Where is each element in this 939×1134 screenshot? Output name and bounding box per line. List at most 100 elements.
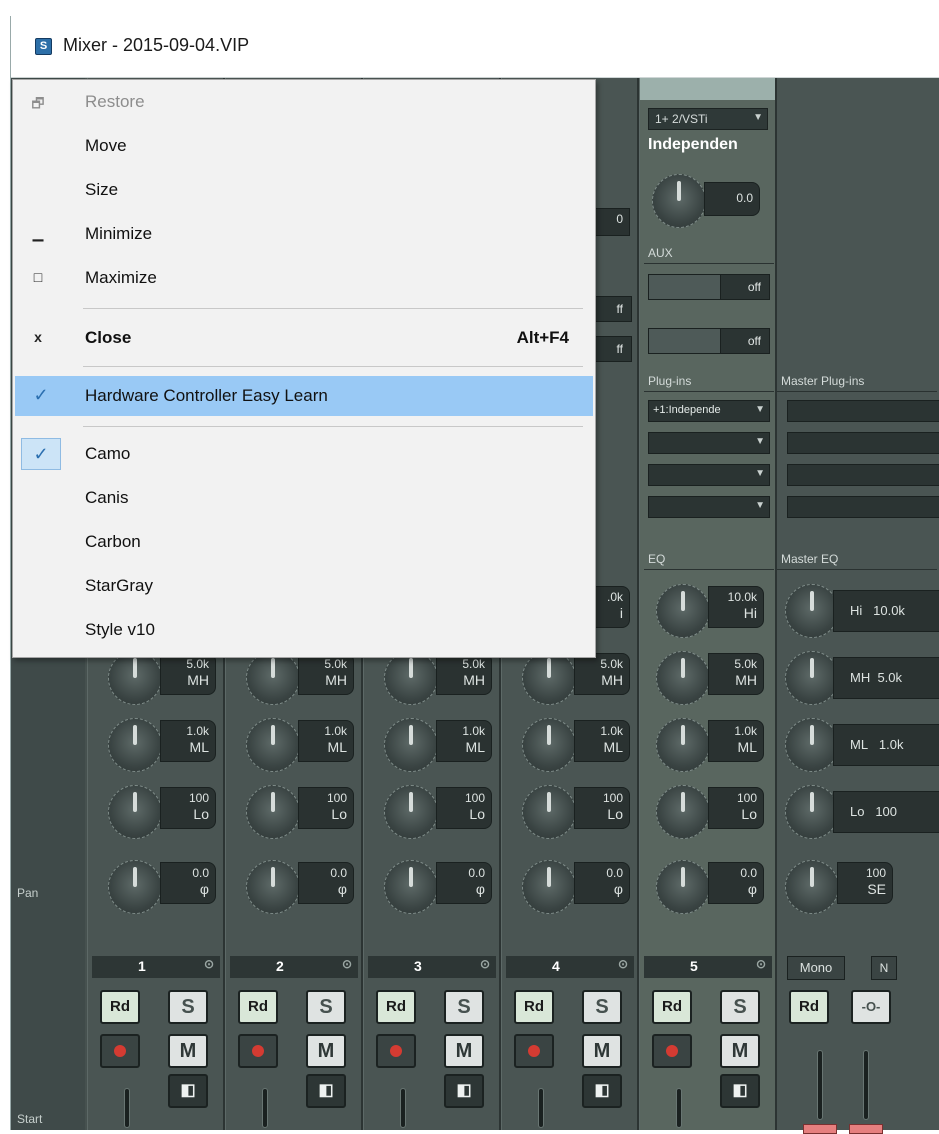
- strip-number[interactable]: 1 ⊙: [92, 956, 220, 978]
- read-button[interactable]: Rd: [100, 990, 140, 1024]
- gain-knob[interactable]: [652, 174, 706, 228]
- pan-knob[interactable]: [108, 860, 162, 914]
- master-eq-hi-knob[interactable]: [785, 584, 839, 638]
- menu-item-maximize[interactable]: □ Maximize: [15, 258, 593, 298]
- master-eq-ml-knob[interactable]: [785, 718, 839, 772]
- speaker-icon[interactable]: ◧: [168, 1074, 208, 1108]
- menu-item-hardware-controller-easy-learn[interactable]: ✓ Hardware Controller Easy Learn: [15, 376, 593, 416]
- menu-item-canis[interactable]: Canis: [15, 478, 593, 518]
- eq-lo-knob[interactable]: [656, 785, 710, 839]
- ring-icon[interactable]: ⊙: [618, 957, 628, 971]
- solo-button[interactable]: S: [720, 990, 760, 1024]
- fader-track[interactable]: [124, 1088, 130, 1128]
- eq-lo-knob[interactable]: [108, 785, 162, 839]
- strip-number[interactable]: 5 ⊙: [644, 956, 772, 978]
- mute-button[interactable]: M: [306, 1034, 346, 1068]
- title-bar[interactable]: S Mixer - 2015-09-04.VIP: [11, 16, 939, 78]
- fader-track[interactable]: [538, 1088, 544, 1128]
- ring-icon[interactable]: ⊙: [204, 957, 214, 971]
- menu-item-close[interactable]: x Close Alt+F4: [15, 318, 593, 358]
- solo-button[interactable]: S: [582, 990, 622, 1024]
- fader-track[interactable]: [400, 1088, 406, 1128]
- input-select[interactable]: 1+ 2/VSTi ▼: [648, 108, 768, 130]
- mono-button[interactable]: Mono: [787, 956, 845, 980]
- fader-track[interactable]: [262, 1088, 268, 1128]
- plugin-slot-3[interactable]: ▼: [648, 464, 770, 486]
- eq-mh-knob[interactable]: [656, 651, 710, 705]
- menu-item-camo[interactable]: ✓ Camo: [15, 434, 593, 474]
- record-arm-button[interactable]: [100, 1034, 140, 1068]
- master-width-knob[interactable]: [785, 860, 839, 914]
- read-button[interactable]: Rd: [376, 990, 416, 1024]
- master-plugin-slot-1[interactable]: [787, 400, 939, 422]
- aux-send-2[interactable]: off: [648, 328, 770, 354]
- master-read-button[interactable]: Rd: [789, 990, 829, 1024]
- link-icon[interactable]: -O-: [851, 990, 891, 1024]
- eq-mh-knob[interactable]: [246, 651, 300, 705]
- strip-number[interactable]: 4 ⊙: [506, 956, 634, 978]
- aux-send-1[interactable]: off: [648, 274, 770, 300]
- record-arm-button[interactable]: [652, 1034, 692, 1068]
- master-plugin-slot-4[interactable]: [787, 496, 939, 518]
- eq-mh-knob[interactable]: [384, 651, 438, 705]
- n-button[interactable]: N: [871, 956, 897, 980]
- eq-mh-knob[interactable]: [522, 651, 576, 705]
- strip-number[interactable]: 2 ⊙: [230, 956, 358, 978]
- solo-button[interactable]: S: [306, 990, 346, 1024]
- speaker-icon[interactable]: ◧: [444, 1074, 484, 1108]
- mute-button[interactable]: M: [720, 1034, 760, 1068]
- master-eq-mh-knob[interactable]: [785, 651, 839, 705]
- read-button[interactable]: Rd: [238, 990, 278, 1024]
- eq-lo-knob[interactable]: [384, 785, 438, 839]
- record-arm-button[interactable]: [514, 1034, 554, 1068]
- menu-item-minimize[interactable]: ▁ Minimize: [15, 214, 593, 254]
- menu-item-move[interactable]: Move: [15, 126, 593, 166]
- eq-hi-knob[interactable]: [656, 584, 710, 638]
- pan-knob[interactable]: [522, 860, 576, 914]
- eq-lo-knob[interactable]: [522, 785, 576, 839]
- app-icon[interactable]: S: [35, 38, 52, 55]
- solo-button[interactable]: S: [444, 990, 484, 1024]
- plugin-slot-1[interactable]: +1:Independe ▼: [648, 400, 770, 422]
- speaker-icon[interactable]: ◧: [306, 1074, 346, 1108]
- speaker-icon[interactable]: ◧: [720, 1074, 760, 1108]
- menu-item-stargray[interactable]: StarGray: [15, 566, 593, 606]
- menu-item-carbon[interactable]: Carbon: [15, 522, 593, 562]
- ring-icon[interactable]: ⊙: [342, 957, 352, 971]
- pan-knob[interactable]: [246, 860, 300, 914]
- record-arm-button[interactable]: [376, 1034, 416, 1068]
- track-name[interactable]: Independen: [648, 136, 772, 158]
- ring-icon[interactable]: ⊙: [756, 957, 766, 971]
- solo-button[interactable]: S: [168, 990, 208, 1024]
- plugin-slot-4[interactable]: ▼: [648, 496, 770, 518]
- master-fader-track-right[interactable]: [863, 1050, 869, 1120]
- eq-ml-knob[interactable]: [108, 718, 162, 772]
- strip-number[interactable]: 3 ⊙: [368, 956, 496, 978]
- pan-knob[interactable]: [656, 860, 710, 914]
- fader-track[interactable]: [676, 1088, 682, 1128]
- eq-lo-knob[interactable]: [246, 785, 300, 839]
- master-plugin-slot-3[interactable]: [787, 464, 939, 486]
- master-plugin-slot-2[interactable]: [787, 432, 939, 454]
- pan-knob[interactable]: [384, 860, 438, 914]
- plugin-slot-2[interactable]: ▼: [648, 432, 770, 454]
- master-fader-track-left[interactable]: [817, 1050, 823, 1120]
- eq-mh-knob[interactable]: [108, 651, 162, 705]
- eq-ml-knob[interactable]: [656, 718, 710, 772]
- mute-button[interactable]: M: [582, 1034, 622, 1068]
- speaker-icon[interactable]: ◧: [582, 1074, 622, 1108]
- eq-ml-knob[interactable]: [246, 718, 300, 772]
- master-fader-cap-right[interactable]: [849, 1124, 883, 1134]
- menu-item-restore[interactable]: 🗗 Restore: [15, 82, 593, 122]
- read-button[interactable]: Rd: [652, 990, 692, 1024]
- menu-item-style-v10[interactable]: Style v10: [15, 610, 593, 650]
- menu-item-size[interactable]: Size: [15, 170, 593, 210]
- master-fader-cap-left[interactable]: [803, 1124, 837, 1134]
- master-eq-lo-knob[interactable]: [785, 785, 839, 839]
- ring-icon[interactable]: ⊙: [480, 957, 490, 971]
- eq-ml-knob[interactable]: [384, 718, 438, 772]
- mute-button[interactable]: M: [168, 1034, 208, 1068]
- mute-button[interactable]: M: [444, 1034, 484, 1068]
- read-button[interactable]: Rd: [514, 990, 554, 1024]
- record-arm-button[interactable]: [238, 1034, 278, 1068]
